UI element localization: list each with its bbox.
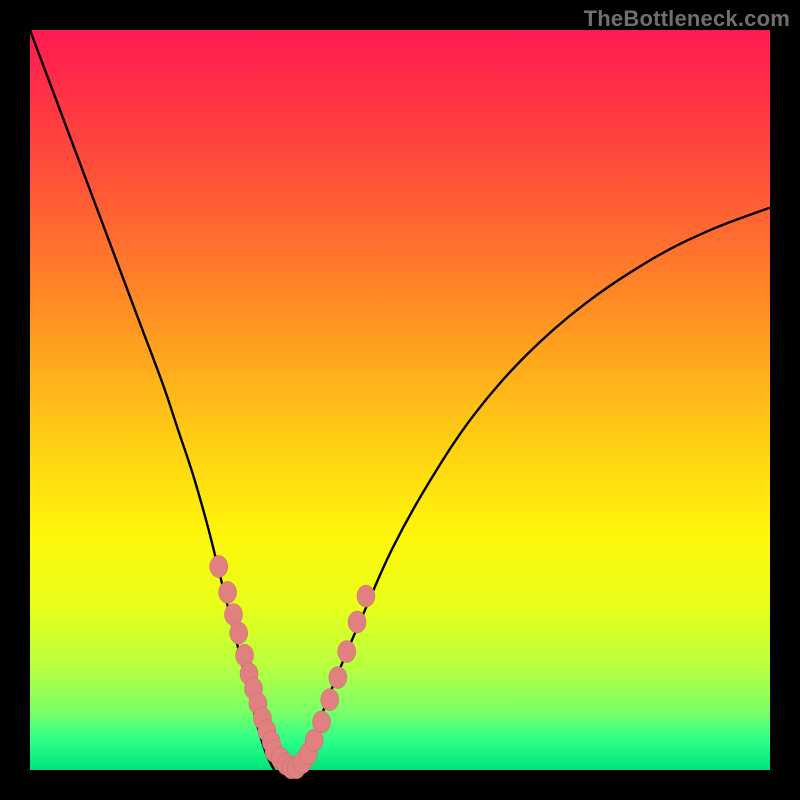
- data-marker: [348, 611, 366, 633]
- data-marker: [321, 689, 339, 711]
- data-marker: [219, 581, 237, 603]
- data-marker: [329, 667, 347, 689]
- curve-layer: [30, 30, 770, 770]
- data-marker: [313, 711, 331, 733]
- data-marker: [357, 585, 375, 607]
- curve-right: [296, 208, 770, 770]
- data-marker: [338, 641, 356, 663]
- markers-right: [287, 585, 375, 779]
- markers-left: [210, 556, 301, 779]
- plot-area: [30, 30, 770, 770]
- chart-stage: TheBottleneck.com: [0, 0, 800, 800]
- data-marker: [230, 622, 248, 644]
- watermark-text: TheBottleneck.com: [584, 6, 790, 32]
- data-marker: [210, 556, 228, 578]
